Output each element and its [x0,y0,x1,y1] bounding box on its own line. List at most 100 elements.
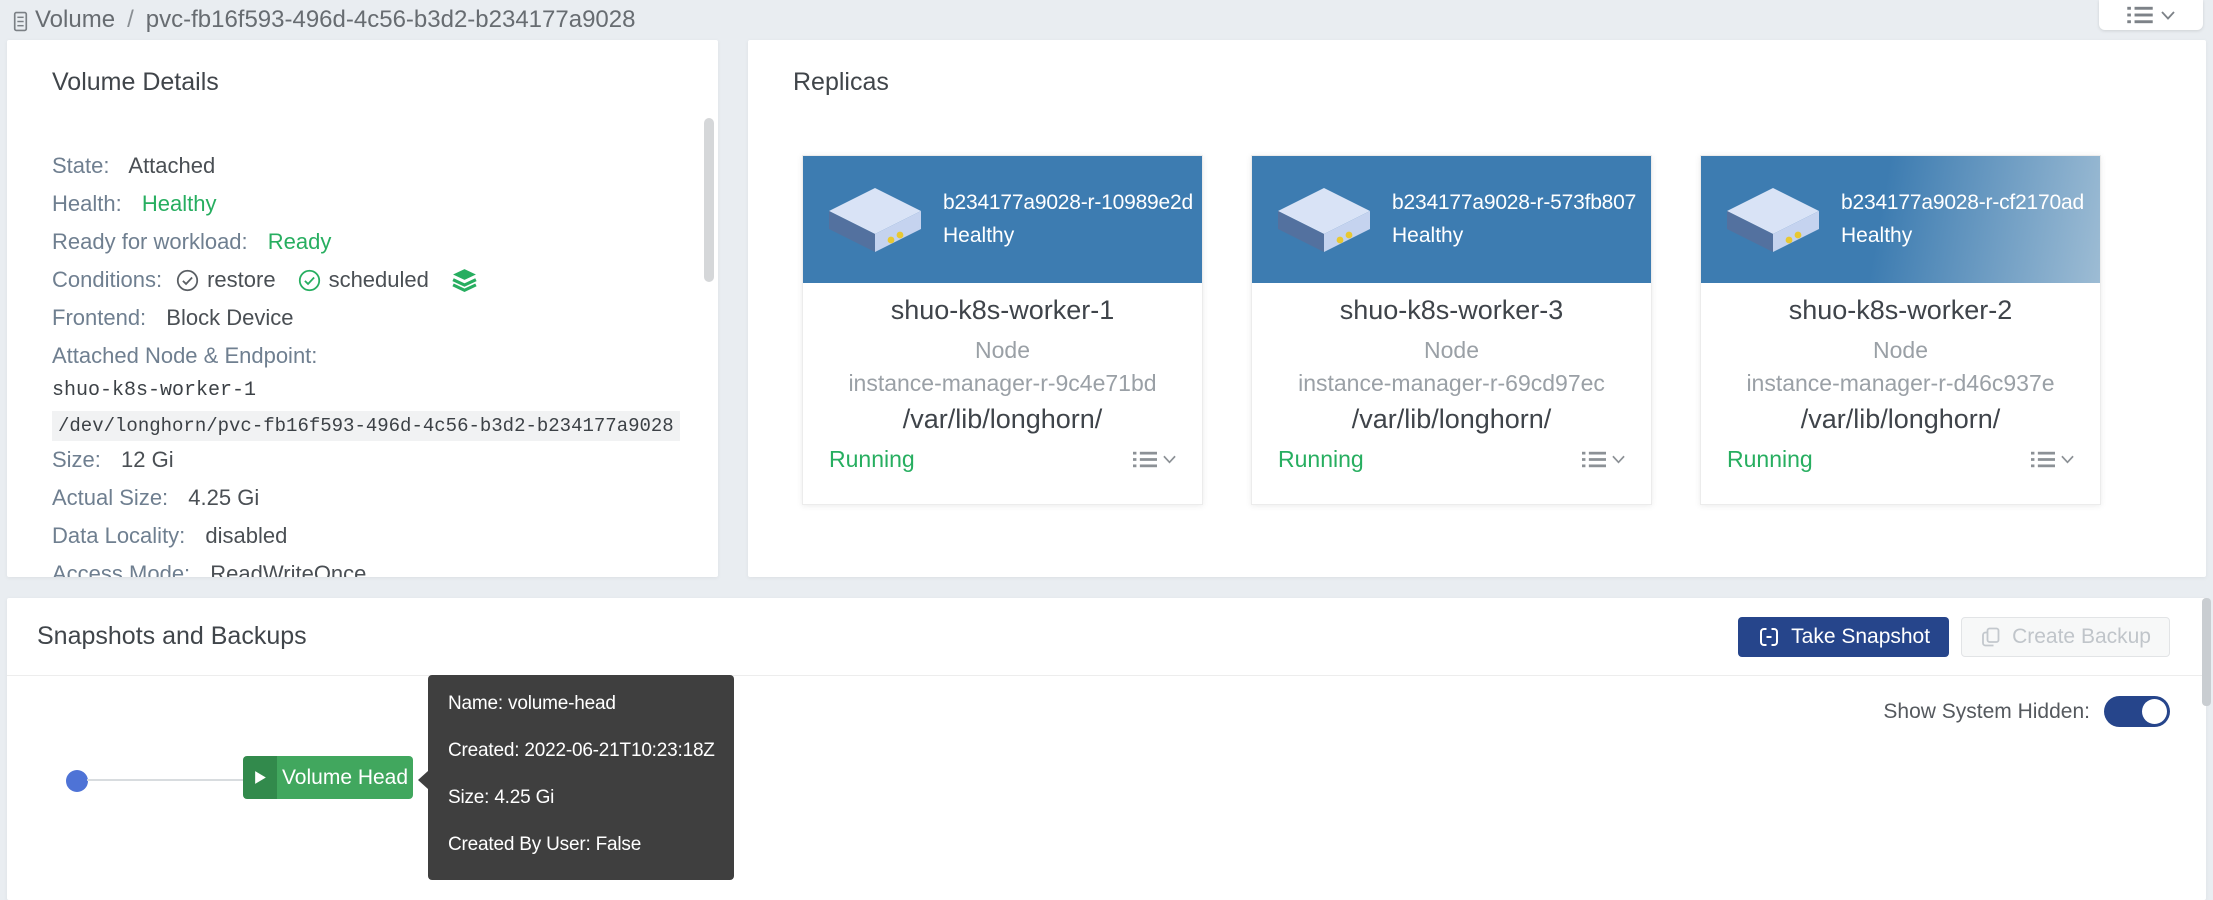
volume-actions-menu-button[interactable] [2099,0,2203,30]
access-mode-row: Access Mode: ReadWriteOnce [52,555,688,577]
replica-card: b234177a9028-r-cf2170ad Healthy shuo-k8s… [1700,155,2101,505]
replica-menu-button[interactable] [2031,450,2074,469]
volume-head-button[interactable]: Volume Head [243,756,413,799]
snapshots-panel: Snapshots and Backups Take Snapshot Crea… [7,598,2206,900]
data-locality-row: Data Locality: disabled [52,517,688,555]
chevron-down-icon [1163,455,1176,464]
breadcrumb-separator: / [127,6,134,34]
breadcrumb-volume-name: pvc-fb16f593-496d-4c56-b3d2-b234177a9028 [146,6,636,34]
replica-node-label: Node [803,337,1202,364]
replica-card-header: b234177a9028-r-573fb807 Healthy [1252,156,1651,283]
replica-disk-path: /var/lib/longhorn/ [803,404,1202,435]
replica-node-label: Node [1252,337,1651,364]
replica-name: b234177a9028-r-cf2170ad [1841,191,2084,215]
attached-node-label: Attached Node & Endpoint: [52,343,317,368]
replica-disk-path: /var/lib/longhorn/ [1701,404,2100,435]
replica-node-name: shuo-k8s-worker-1 [803,295,1202,326]
replica-health: Healthy [1392,224,1636,248]
volume-details-scrollbar[interactable] [704,118,714,282]
disk-icon [1278,188,1370,252]
condition-restore: restore [176,261,275,299]
replica-card-body: shuo-k8s-worker-1 Node instance-manager-… [803,295,1202,473]
condition-scheduled-label: scheduled [329,261,429,299]
play-icon [243,756,277,799]
health-label: Health: [52,191,122,216]
page-scrollbar[interactable] [2202,598,2211,706]
replica-health: Healthy [1841,224,2084,248]
layers-icon [451,268,478,292]
tooltip-arrow [418,771,428,789]
replica-name: b234177a9028-r-10989e2d [943,191,1193,215]
replica-menu-button[interactable] [1582,450,1625,469]
tooltip-created-by-user: Created By User: False [448,821,734,868]
tooltip-name: Name: volume-head [448,680,734,727]
list-icon [2127,5,2153,25]
conditions-row: Conditions: restore scheduled [52,261,688,299]
actual-size-value: 4.25 Gi [188,485,259,510]
replica-instance-manager: instance-manager-r-9c4e71bd [803,370,1202,397]
replica-status: Running [829,446,915,473]
attached-node-value: shuo-k8s-worker-1 [52,375,688,407]
access-mode-label: Access Mode: [52,561,190,577]
snapshot-timeline-line [87,779,244,781]
volume-details-panel: Volume Details State: Attached Health: H… [7,40,718,577]
snapshot-icon [1757,625,1781,649]
take-snapshot-label: Take Snapshot [1791,625,1930,649]
tooltip-created: Created: 2022-06-21T10:23:18Z [448,727,734,774]
attached-endpoint-value: /dev/longhorn/pvc-fb16f593-496d-4c56-b3d… [52,411,680,441]
breadcrumb-volume-link[interactable]: Volume [35,6,115,34]
chevron-down-icon [2161,11,2175,20]
tooltip-size: Size: 4.25 Gi [448,774,734,821]
replica-card: b234177a9028-r-573fb807 Healthy shuo-k8s… [1251,155,1652,505]
snapshot-root-dot[interactable] [66,770,88,792]
access-mode-value: ReadWriteOnce [210,561,366,577]
show-system-hidden-toggle[interactable] [2104,696,2170,727]
chevron-down-icon [2061,455,2074,464]
state-label: State: [52,153,109,178]
backup-icon [1980,626,2002,648]
replica-card-header: b234177a9028-r-10989e2d Healthy [803,156,1202,283]
list-icon [1133,450,1157,469]
health-row: Health: Healthy [52,185,688,223]
volume-icon [10,11,31,32]
chevron-down-icon [1612,455,1625,464]
top-bar: Volume / pvc-fb16f593-496d-4c56-b3d2-b23… [0,0,2213,40]
condition-restore-label: restore [207,261,275,299]
check-circle-green-icon [298,269,321,292]
create-backup-button[interactable]: Create Backup [1961,617,2170,657]
replica-cards: b234177a9028-r-10989e2d Healthy shuo-k8s… [802,155,2101,505]
ready-label: Ready for workload: [52,229,248,254]
replica-node-name: shuo-k8s-worker-3 [1252,295,1651,326]
replica-card-body: shuo-k8s-worker-2 Node instance-manager-… [1701,295,2100,473]
volume-details-rows: State: Attached Health: Healthy Ready fo… [7,147,718,577]
frontend-value: Block Device [166,305,293,330]
ready-for-workload-row: Ready for workload: Ready [52,223,688,261]
data-locality-value: disabled [205,523,287,548]
replica-menu-button[interactable] [1133,450,1176,469]
actual-size-row: Actual Size: 4.25 Gi [52,479,688,517]
replica-card-footer: Running [1252,446,1651,473]
replica-card-footer: Running [803,446,1202,473]
replica-instance-manager: instance-manager-r-69cd97ec [1252,370,1651,397]
snapshots-title: Snapshots and Backups [37,622,307,651]
state-value: Attached [128,153,215,178]
attached-endpoint-row: /dev/longhorn/pvc-fb16f593-496d-4c56-b3d… [52,407,688,441]
condition-scheduled: scheduled [298,261,429,299]
replica-card-footer: Running [1701,446,2100,473]
volume-details-title: Volume Details [7,40,718,97]
replica-node-label: Node [1701,337,2100,364]
snapshots-header: Snapshots and Backups Take Snapshot Crea… [7,598,2206,676]
replica-status: Running [1727,446,1813,473]
create-backup-label: Create Backup [2012,625,2151,649]
replica-header-text: b234177a9028-r-cf2170ad Healthy [1841,191,2084,248]
replica-health: Healthy [943,224,1193,248]
disk-icon [829,188,921,252]
replica-card: b234177a9028-r-10989e2d Healthy shuo-k8s… [802,155,1203,505]
size-label: Size: [52,447,101,472]
replica-name: b234177a9028-r-573fb807 [1392,191,1636,215]
frontend-label: Frontend: [52,305,146,330]
replica-status: Running [1278,446,1364,473]
show-system-hidden-label: Show System Hidden: [1883,700,2090,724]
list-icon [1582,450,1606,469]
take-snapshot-button[interactable]: Take Snapshot [1738,617,1949,657]
